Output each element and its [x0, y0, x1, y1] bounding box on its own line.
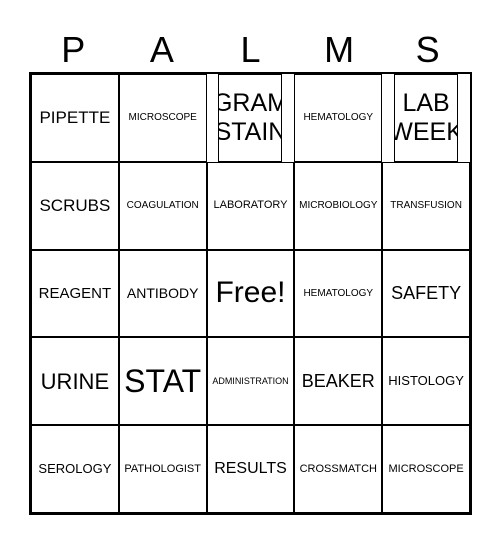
header-letter: S [415, 29, 440, 70]
bingo-cell: BEAKER [294, 337, 383, 426]
bingo-cell: URINE [31, 337, 119, 426]
bingo-cell: ADMINISTRATION [206, 337, 295, 426]
bingo-cell: GRAM STAIN [218, 74, 283, 162]
header-letter: A [149, 29, 174, 70]
header-letter: P [61, 29, 86, 70]
bingo-cell: TRANSFUSION [382, 161, 470, 250]
bingo-cell: MICROBIOLOGY [294, 161, 383, 250]
bingo-cell: SEROLOGY [31, 425, 119, 513]
bingo-cell: PATHOLOGIST [118, 425, 207, 513]
bingo-grid: PIPETTEMICROSCOPEGRAM STAINHEMATOLOGYLAB… [29, 72, 472, 515]
bingo-header: P A L M S [29, 28, 472, 72]
header-letter: L [240, 29, 261, 70]
bingo-cell: ANTIBODY [118, 249, 207, 338]
bingo-cell: HEMATOLOGY [294, 74, 383, 162]
bingo-cell: PIPETTE [31, 74, 119, 162]
free-space-cell: Free! [206, 249, 295, 338]
bingo-cell: REAGENT [31, 249, 119, 338]
header-letter: M [324, 29, 355, 70]
bingo-cell: STAT [118, 337, 207, 426]
bingo-cell: CROSSMATCH [294, 425, 383, 513]
bingo-cell: LAB WEEK [394, 74, 459, 162]
bingo-cell: MICROSCOPE [382, 425, 470, 513]
bingo-cell: LABORATORY [206, 161, 295, 250]
bingo-cell: MICROSCOPE [118, 74, 207, 162]
bingo-cell: SCRUBS [31, 161, 119, 250]
bingo-cell: RESULTS [206, 425, 295, 513]
bingo-cell: HEMATOLOGY [294, 249, 383, 338]
bingo-cell: SAFETY [382, 249, 470, 338]
bingo-cell: HISTOLOGY [382, 337, 470, 426]
bingo-cell: COAGULATION [118, 161, 207, 250]
